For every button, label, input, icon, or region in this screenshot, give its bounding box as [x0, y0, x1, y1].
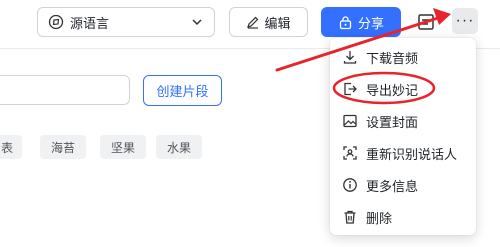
trash-icon — [344, 210, 356, 224]
info-icon — [343, 178, 357, 192]
menu-item-more-info[interactable]: 更多信息 — [330, 172, 476, 198]
menu-item-label: 下载音频 — [366, 50, 419, 66]
tag-chip[interactable]: 坚果 — [100, 135, 146, 159]
clip-input[interactable] — [0, 75, 130, 105]
download-icon — [343, 51, 357, 64]
menu-item-label: 导出妙记 — [366, 82, 419, 98]
chevron-down-icon — [192, 19, 202, 26]
more-menu: 下载音频 导出妙记 设置封面 重新识别说话人 更多信息 删除 — [330, 38, 476, 235]
tag-chip[interactable]: 水果 — [156, 135, 202, 159]
export-icon — [344, 82, 357, 96]
tag-label: 表 — [0, 140, 13, 155]
tag-label: 水果 — [166, 140, 191, 155]
menu-item-export-minutes[interactable]: 导出妙记 — [330, 76, 476, 102]
more-icon: ··· — [455, 12, 475, 29]
menu-item-set-cover[interactable]: 设置封面 — [330, 108, 476, 134]
create-clip-label: 创建片段 — [156, 84, 209, 99]
share-label: 分享 — [357, 15, 384, 31]
menu-item-download-audio[interactable]: 下载音频 — [330, 44, 476, 70]
globe-icon — [48, 14, 64, 30]
source-language-value: 源语言 — [70, 15, 110, 31]
source-language-select[interactable]: 源语言 — [37, 7, 215, 37]
tag-chip[interactable]: 表 — [0, 135, 22, 159]
tag-chip[interactable]: 海苔 — [40, 135, 86, 159]
share-button[interactable]: 分享 — [321, 7, 401, 37]
menu-item-label: 更多信息 — [366, 178, 419, 194]
more-button[interactable]: ··· — [452, 8, 478, 34]
pencil-icon — [247, 16, 259, 29]
image-icon — [343, 114, 357, 128]
menu-item-label: 设置封面 — [366, 114, 419, 130]
menu-item-reidentify-speakers[interactable]: 重新识别说话人 — [330, 140, 476, 166]
document-icon[interactable] — [417, 12, 437, 32]
tag-label: 坚果 — [110, 140, 135, 155]
menu-item-delete[interactable]: 删除 — [330, 204, 476, 230]
scan-icon — [343, 146, 357, 160]
edit-label: 编辑 — [264, 15, 291, 31]
menu-item-label: 重新识别说话人 — [366, 146, 458, 162]
lock-icon — [339, 15, 352, 29]
menu-item-label: 删除 — [366, 210, 393, 226]
create-clip-button[interactable]: 创建片段 — [143, 75, 222, 106]
tag-label: 海苔 — [50, 140, 75, 155]
edit-button[interactable]: 编辑 — [229, 7, 308, 37]
